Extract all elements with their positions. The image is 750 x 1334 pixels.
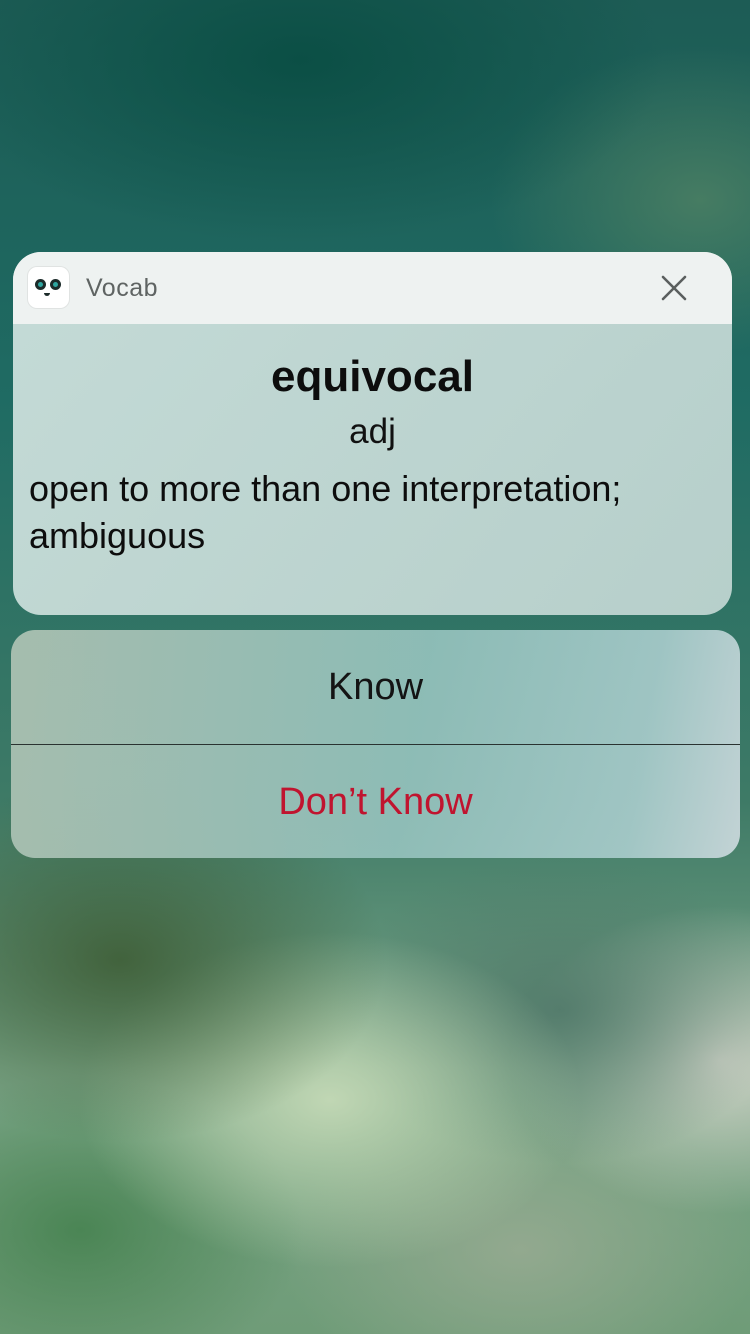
- panda-face-icon: [28, 267, 69, 308]
- eye-left-shape: [35, 279, 46, 290]
- app-name: Vocab: [86, 274, 159, 302]
- word-definition: open to more than one interpretation; am…: [29, 468, 622, 556]
- close-icon: [661, 275, 687, 301]
- eye-right-shape: [50, 279, 61, 290]
- vocab-word: equivocal: [271, 352, 474, 401]
- action-sheet: Know Don’t Know: [11, 630, 740, 858]
- dont-know-button[interactable]: Don’t Know: [11, 745, 740, 858]
- notification-header: Vocab: [13, 252, 732, 324]
- notification-card: Vocab equivocal adj open to more than on…: [13, 252, 732, 615]
- part-of-speech: adj: [349, 412, 396, 451]
- know-button[interactable]: Know: [11, 630, 740, 744]
- close-button[interactable]: [654, 271, 694, 307]
- mouth-shape: [44, 293, 50, 296]
